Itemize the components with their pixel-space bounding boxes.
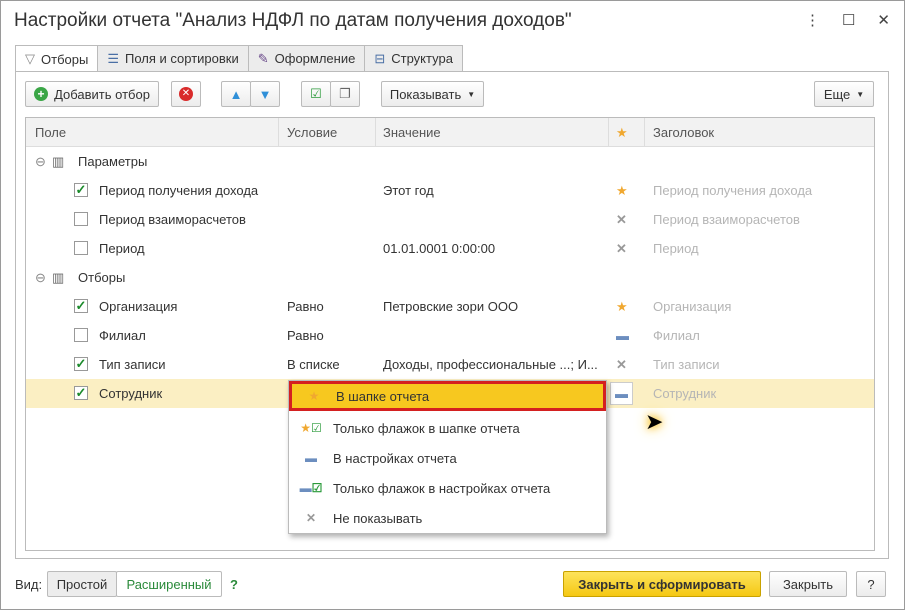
help-button[interactable]: ?	[856, 571, 886, 597]
tab-fields-sorting[interactable]: ☰ Поля и сортировки	[97, 45, 249, 71]
display-mode-x-icon[interactable]: ✕	[616, 212, 627, 228]
table-row[interactable]: Период взаиморасчетов ✕ Период взаиморас…	[26, 205, 874, 234]
view-simple-button[interactable]: Простой	[47, 571, 117, 597]
group-filters[interactable]: ⊖ ▥ Отборы	[26, 263, 874, 292]
structure-icon: ⊟	[374, 50, 386, 66]
display-mode-menu: ★ В шапке отчета ★☑ Только флажок в шапке …	[288, 380, 607, 534]
close-button[interactable]: Закрыть	[769, 571, 847, 597]
collapse-icon[interactable]: ⊖	[35, 154, 46, 170]
tab-structure[interactable]: ⊟ Структура	[364, 45, 463, 71]
table-row[interactable]: Период 01.01.0001 0:00:00 ✕ Период	[26, 234, 874, 263]
table-row[interactable]: Филиал Равно ▬ Филиал	[26, 321, 874, 350]
view-label: Вид:	[15, 577, 43, 592]
chevron-down-icon: ▼	[467, 89, 476, 99]
delete-button[interactable]: ✕	[171, 81, 201, 107]
view-advanced-button[interactable]: Расширенный	[116, 571, 222, 597]
chevron-down-icon: ▼	[856, 89, 865, 99]
table-header: Поле Условие Значение ★ Заголовок	[26, 118, 874, 147]
row-checkbox[interactable]: ✓	[74, 386, 88, 400]
dash-checkbox-icon: ▬☑	[299, 481, 323, 495]
move-down-button[interactable]: ▼	[250, 81, 280, 107]
star-column-icon: ★	[616, 125, 628, 140]
filter-icon: ▽	[25, 51, 35, 66]
row-checkbox[interactable]: ✓	[74, 357, 88, 371]
menu-item-hide[interactable]: ✕ Не показывать	[289, 503, 606, 533]
uncheck-all-icon: ❐	[339, 86, 351, 101]
column-field[interactable]: Поле	[35, 125, 66, 140]
display-mode-x-icon[interactable]: ✕	[616, 357, 627, 373]
table-row[interactable]: ✓ Организация Равно Петровские зори ООО …	[26, 292, 874, 321]
column-condition[interactable]: Условие	[287, 125, 337, 140]
check-all-button[interactable]: ☑	[301, 81, 331, 107]
dash-icon: ▬	[305, 451, 317, 465]
menu-item-in-header[interactable]: ★ В шапке отчета	[289, 381, 606, 411]
row-checkbox[interactable]	[74, 212, 88, 226]
arrow-up-icon: ▲	[229, 86, 243, 102]
more-button[interactable]: Еще ▼	[814, 81, 874, 107]
show-dropdown-button[interactable]: Показывать ▼	[381, 81, 484, 107]
plus-icon: +	[34, 87, 49, 101]
uncheck-all-button[interactable]: ❐	[330, 81, 360, 107]
star-icon: ★	[308, 389, 320, 403]
report-settings-window: Настройки отчета "Анализ НДФЛ по датам п…	[0, 0, 905, 610]
row-checkbox[interactable]: ✓	[74, 183, 88, 197]
row-checkbox[interactable]	[74, 241, 88, 255]
collapse-icon[interactable]: ⊖	[35, 270, 46, 286]
tab-filters[interactable]: ▽ Отборы	[15, 45, 99, 72]
delete-icon: ✕	[179, 87, 193, 101]
maximize-icon[interactable]: ☐	[842, 11, 855, 29]
cursor-icon: ➤	[645, 409, 664, 434]
menu-item-checkbox-in-header[interactable]: ★☑ Только флажок в шапке отчета	[289, 413, 606, 443]
move-up-button[interactable]: ▲	[221, 81, 251, 107]
brush-icon: ✎	[257, 50, 269, 66]
table-row[interactable]: ✓ Период получения дохода Этот год ★ Пер…	[26, 176, 874, 205]
group-parameters[interactable]: ⊖ ▥ Параметры	[26, 147, 874, 176]
star-checkbox-icon: ★☑	[300, 421, 322, 435]
display-mode-dash-icon[interactable]: ▬	[616, 328, 629, 343]
window-title: Настройки отчета "Анализ НДФЛ по датам п…	[14, 10, 572, 31]
table-row[interactable]: ✓ Тип записи В списке Доходы, профессион…	[26, 350, 874, 379]
display-mode-x-icon[interactable]: ✕	[616, 241, 627, 257]
close-and-generate-button[interactable]: Закрыть и сформировать	[563, 571, 761, 597]
filters-icon: ▥	[52, 270, 65, 285]
add-filter-button[interactable]: + Добавить отбор	[25, 81, 159, 107]
parameters-icon: ▥	[52, 154, 65, 169]
view-help-link[interactable]: ?	[230, 577, 238, 592]
column-title[interactable]: Заголовок	[653, 125, 714, 140]
x-icon: ✕	[305, 511, 317, 525]
display-mode-star-icon[interactable]: ★	[616, 299, 628, 315]
column-value[interactable]: Значение	[383, 125, 441, 140]
fields-icon: ☰	[107, 50, 119, 66]
row-checkbox[interactable]: ✓	[74, 299, 88, 313]
check-all-icon: ☑	[310, 86, 322, 101]
arrow-down-icon: ▼	[258, 86, 272, 102]
close-icon[interactable]: ✕	[877, 11, 890, 29]
display-mode-star-icon[interactable]: ★	[616, 183, 628, 199]
display-mode-dash-icon[interactable]: ▬	[610, 382, 633, 405]
menu-item-in-settings[interactable]: ▬ В настройках отчета	[289, 443, 606, 473]
menu-item-checkbox-in-settings[interactable]: ▬☑ Только флажок в настройках отчета	[289, 473, 606, 503]
more-menu-icon[interactable]: ⋮	[805, 11, 820, 29]
row-checkbox[interactable]	[74, 328, 88, 342]
tab-design[interactable]: ✎ Оформление	[247, 45, 366, 71]
